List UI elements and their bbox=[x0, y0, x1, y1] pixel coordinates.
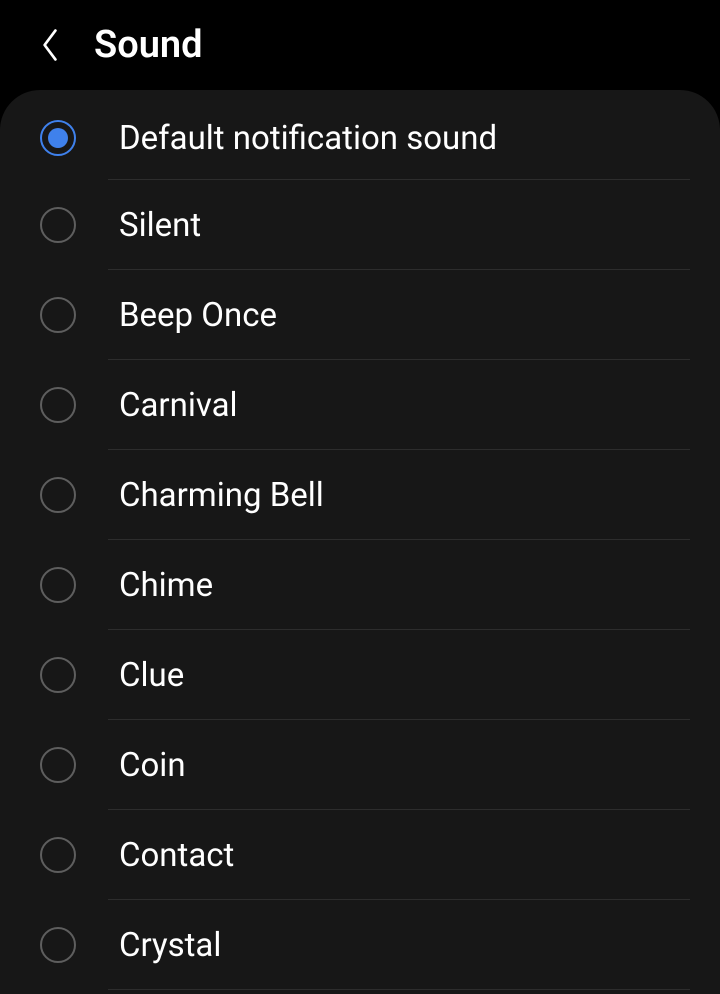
sound-label: Charming Bell bbox=[119, 476, 324, 515]
sound-item-crystal[interactable]: Crystal bbox=[0, 900, 720, 990]
sound-list: Default notification sound Silent Beep O… bbox=[0, 90, 720, 990]
sound-label: Contact bbox=[119, 836, 234, 875]
radio-button bbox=[40, 477, 76, 513]
sound-label: Default notification sound bbox=[119, 119, 497, 158]
sound-item-silent[interactable]: Silent bbox=[0, 180, 720, 270]
sound-label: Crystal bbox=[119, 926, 221, 965]
sound-item-chime[interactable]: Chime bbox=[0, 540, 720, 630]
sound-item-carnival[interactable]: Carnival bbox=[0, 360, 720, 450]
radio-selected-icon bbox=[48, 128, 68, 148]
radio-button bbox=[40, 387, 76, 423]
back-button[interactable] bbox=[30, 25, 70, 65]
radio-button bbox=[40, 120, 76, 156]
sound-label: Carnival bbox=[119, 386, 238, 425]
radio-button bbox=[40, 297, 76, 333]
sound-label: Beep Once bbox=[119, 296, 277, 335]
content-panel: Default notification sound Silent Beep O… bbox=[0, 90, 720, 994]
back-icon bbox=[39, 27, 61, 63]
radio-button bbox=[40, 657, 76, 693]
header: Sound bbox=[0, 0, 720, 90]
radio-button bbox=[40, 567, 76, 603]
sound-item-coin[interactable]: Coin bbox=[0, 720, 720, 810]
radio-button bbox=[40, 837, 76, 873]
sound-label: Silent bbox=[119, 206, 201, 245]
sound-label: Clue bbox=[119, 656, 184, 695]
sound-item-charming-bell[interactable]: Charming Bell bbox=[0, 450, 720, 540]
sound-item-clue[interactable]: Clue bbox=[0, 630, 720, 720]
radio-button bbox=[40, 927, 76, 963]
sound-item-contact[interactable]: Contact bbox=[0, 810, 720, 900]
sound-label: Chime bbox=[119, 566, 213, 605]
sound-label: Coin bbox=[119, 746, 186, 785]
radio-button bbox=[40, 207, 76, 243]
sound-item-beep-once[interactable]: Beep Once bbox=[0, 270, 720, 360]
page-title: Sound bbox=[94, 23, 203, 67]
sound-item-default-notification[interactable]: Default notification sound bbox=[0, 90, 720, 180]
divider bbox=[108, 989, 690, 990]
radio-button bbox=[40, 747, 76, 783]
